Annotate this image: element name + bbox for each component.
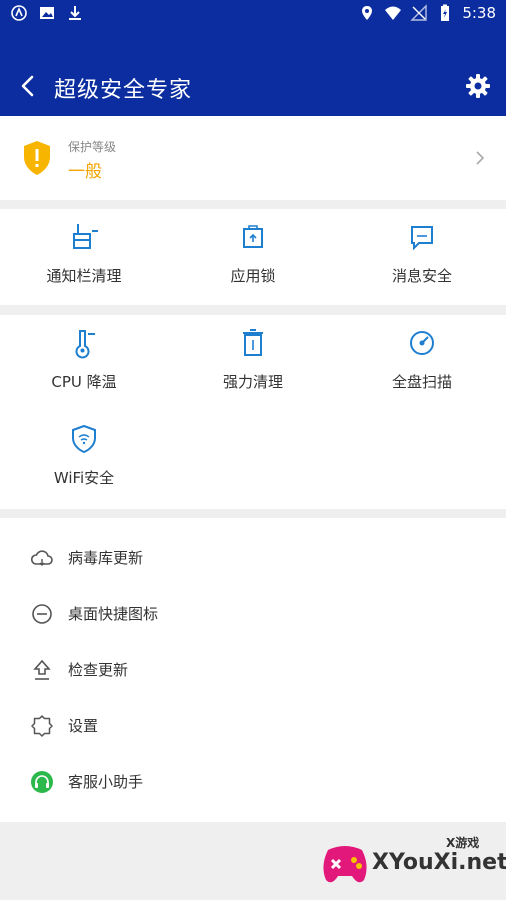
wifi-icon [385, 6, 402, 20]
location-icon [362, 6, 373, 20]
tool-app-lock[interactable]: 应用锁 [169, 221, 337, 286]
list-item-settings[interactable]: 设置 [0, 698, 506, 754]
no-sim-icon [410, 4, 428, 21]
battery-charging-icon [441, 4, 450, 21]
tool-label: 全盘扫描 [391, 373, 452, 391]
tool-wifi-security[interactable]: WiFi安全 [0, 423, 168, 488]
trash-icon [243, 329, 263, 356]
list-item-label: 病毒库更新 [68, 549, 144, 567]
upload-icon [33, 659, 51, 680]
list-item-support-assistant[interactable]: 客服小助手 [0, 754, 506, 810]
watermark: X游戏 XYouXi.net [320, 832, 506, 892]
tool-label: WiFi安全 [53, 469, 115, 487]
list-item-check-update[interactable]: 检查更新 [0, 642, 506, 698]
notification-clean-icon [73, 224, 98, 249]
gear-icon[interactable] [464, 72, 492, 100]
tool-label: 应用锁 [230, 267, 276, 285]
protection-label: 保护等级 [68, 140, 117, 154]
list-item-label: 检查更新 [68, 661, 129, 679]
watermark-text: XYouXi.net [372, 850, 506, 875]
tool-notification-clean[interactable]: 通知栏清理 [0, 221, 168, 286]
tool-full-scan[interactable]: 全盘扫描 [338, 327, 506, 392]
headset-icon [31, 771, 53, 793]
wifi-shield-icon [72, 424, 96, 454]
shield-warning-icon [24, 141, 50, 175]
settings-outline-icon [31, 715, 53, 737]
cloud-icon [30, 550, 53, 566]
scan-gauge-icon [410, 331, 434, 355]
tool-deep-clean[interactable]: 强力清理 [169, 327, 337, 392]
download-icon [69, 6, 81, 20]
tool-message-security[interactable]: 消息安全 [338, 221, 506, 286]
tool-label: CPU 降温 [51, 373, 117, 391]
tool-label: 消息安全 [391, 267, 452, 285]
vpn-icon [11, 5, 27, 21]
status-time: 5:38 [462, 4, 496, 22]
list-item-label: 设置 [68, 717, 99, 735]
protection-value: 一般 [68, 162, 102, 182]
settings-list: 病毒库更新 桌面快捷图标 检查更新 设置 客服小助手 [0, 518, 506, 822]
tool-label: 通知栏清理 [46, 267, 122, 285]
tools-card-1: 通知栏清理 应用锁 消息安全 [0, 209, 506, 305]
tool-cpu-cooling[interactable]: CPU 降温 [0, 327, 168, 392]
status-bar: 5:38 [0, 0, 506, 28]
page-title: 超级安全专家 [54, 78, 193, 103]
list-item-label: 桌面快捷图标 [68, 605, 159, 623]
list-item-virus-db-update[interactable]: 病毒库更新 [0, 530, 506, 586]
thermometer-icon [75, 330, 95, 359]
list-item-desktop-shortcut[interactable]: 桌面快捷图标 [0, 586, 506, 642]
add-circle-icon [32, 604, 52, 624]
app-lock-icon [243, 225, 263, 248]
tool-label: 强力清理 [222, 373, 283, 391]
tools-card-2: CPU 降温 强力清理 全盘扫描 WiFi安全 [0, 315, 506, 509]
app-bar: 超级安全专家 [0, 28, 506, 116]
back-arrow-icon[interactable] [14, 72, 42, 100]
chevron-right-icon [476, 151, 485, 165]
list-item-label: 客服小助手 [68, 773, 144, 791]
gamepad-logo-icon [323, 846, 367, 883]
image-icon [40, 7, 54, 19]
watermark-small: X游戏 [446, 836, 480, 850]
message-security-icon [411, 226, 433, 251]
